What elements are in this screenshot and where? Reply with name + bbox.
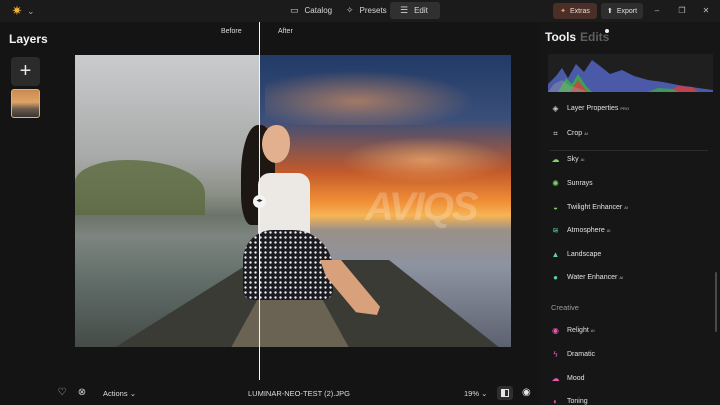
tool-label: Relight [567, 326, 589, 334]
export-icon: ⬆ [606, 8, 613, 15]
compare-split-handle[interactable]: ◂▸ [253, 195, 266, 208]
tool-badge: AI [584, 130, 588, 136]
person-skirt [243, 230, 333, 300]
tab-edit[interactable]: ☰ Edit [390, 2, 440, 19]
tool-badge: PRO [620, 105, 630, 111]
tab-edit-label: Edit [414, 6, 428, 15]
bottom-bar: ♡ ⊗ Actions ⌄ LUMINAR-NEO-TEST (2).JPG 1… [52, 382, 540, 405]
filename: LUMINAR-NEO-TEST (2).JPG [248, 389, 350, 398]
export-label: Export [616, 7, 638, 15]
add-layer-button[interactable]: + [11, 57, 40, 86]
tool-label: Landscape [567, 250, 602, 258]
atmosphere-icon: ≋ [552, 225, 559, 235]
tools-panel: Tools Edits ◈ Layer Properties PRO ⌗ Cro… [540, 22, 720, 405]
mood-icon: ☁ [551, 373, 560, 383]
tool-label: Sunrays [567, 179, 593, 187]
minimize-icon[interactable]: – [650, 3, 664, 19]
tab-catalog[interactable]: ▭ Catalog [280, 2, 342, 19]
histogram [548, 54, 713, 92]
watermark: AVIQS [365, 185, 479, 229]
toning-icon: ◐ [553, 396, 558, 405]
heart-icon[interactable]: ♡ [56, 387, 68, 399]
tool-crop[interactable]: ⌗ Crop AI [551, 126, 588, 140]
tool-badge: AI [624, 204, 629, 210]
compare-icon [501, 389, 509, 397]
actions-menu[interactable]: Actions ⌄ [103, 389, 136, 398]
tab-presets-label: Presets [359, 6, 387, 15]
lightning-icon: ϟ [553, 349, 558, 359]
layer-thumbnail[interactable] [11, 89, 40, 118]
edits-indicator [605, 29, 609, 33]
zoom-level[interactable]: 19% ⌄ [464, 389, 487, 398]
tool-sky[interactable]: ☁ Sky AI [551, 152, 585, 166]
sunset-cloud [265, 65, 495, 125]
trees [75, 160, 205, 215]
extras-label: Extras [570, 7, 590, 15]
tool-atmosphere[interactable]: ≋ Atmosphere AI [551, 223, 611, 237]
tool-label: Toning [567, 397, 588, 405]
eye-icon[interactable]: ◉ [522, 387, 531, 398]
water-drop-icon: ● [553, 272, 558, 282]
tool-badge: AI [606, 227, 611, 233]
cloud-icon: ☁ [551, 154, 560, 164]
tool-label: Water Enhancer [567, 273, 618, 281]
tool-label: Mood [567, 374, 585, 382]
tool-badge: AI [619, 274, 624, 280]
after-label: After [278, 28, 293, 35]
top-bar: ✷ ⌄ ▭ Catalog ✧ Presets ☰ Edit ✦ Extras … [0, 0, 720, 22]
sunset-glow [335, 135, 511, 185]
tool-label: Crop [567, 129, 583, 137]
landscape-icon: ▲ [551, 249, 560, 259]
sun-logo-icon[interactable]: ✷ [10, 4, 24, 18]
actions-label: Actions [103, 389, 128, 398]
layers-panel: Layers + [0, 22, 52, 405]
sun-icon: ✺ [552, 178, 559, 188]
tool-label: Twilight Enhancer [567, 203, 623, 211]
tab-catalog-label: Catalog [304, 6, 333, 15]
tool-landscape[interactable]: ▲ Landscape [551, 247, 602, 261]
tools-scrollbar[interactable] [715, 272, 717, 332]
sliders-icon: ☰ [400, 5, 409, 15]
tool-toning[interactable]: ◐ Toning [551, 394, 588, 405]
extras-button[interactable]: ✦ Extras [553, 3, 597, 19]
tool-label: Layer Properties [567, 104, 619, 112]
relight-icon: ◉ [552, 325, 559, 335]
before-label: Before [221, 28, 242, 35]
divider [550, 150, 708, 151]
photo-canvas[interactable]: AVIQS [75, 55, 511, 347]
layers-icon: ◈ [552, 103, 559, 113]
tab-presets[interactable]: ✧ Presets [336, 2, 397, 19]
tool-twilight-enhancer[interactable]: ◒ Twilight Enhancer AI [551, 200, 628, 214]
tool-water-enhancer[interactable]: ● Water Enhancer AI [551, 270, 623, 284]
person-face [262, 125, 290, 163]
chevron-down-icon: ⌄ [129, 389, 136, 398]
folder-icon: ▭ [290, 5, 299, 15]
reject-icon[interactable]: ⊗ [76, 387, 88, 399]
histogram-graph [548, 60, 713, 92]
tab-tools[interactable]: Tools [545, 30, 576, 44]
tool-badge: AI [580, 156, 585, 162]
export-button[interactable]: ⬆ Export [601, 3, 643, 19]
sparkle-icon: ✧ [346, 5, 354, 15]
extras-icon: ✦ [560, 8, 567, 15]
tool-label: Sky [567, 155, 579, 163]
chevron-down-icon: ⌄ [481, 389, 488, 398]
tool-mood[interactable]: ☁ Mood [551, 371, 585, 385]
zoom-value: 19% [464, 389, 480, 398]
tool-dramatic[interactable]: ϟ Dramatic [551, 347, 595, 361]
close-icon[interactable]: ✕ [699, 3, 713, 19]
chevron-down-icon[interactable]: ⌄ [27, 4, 35, 18]
tool-layer-properties[interactable]: ◈ Layer Properties PRO [551, 101, 629, 115]
tool-relight[interactable]: ◉ Relight AI [551, 323, 595, 337]
creative-section-label: Creative [551, 303, 579, 312]
tool-label: Atmosphere [567, 226, 605, 234]
layers-title: Layers [9, 32, 48, 46]
restore-icon[interactable]: ❐ [675, 3, 689, 19]
compare-view-button[interactable] [497, 386, 513, 400]
tool-badge: AI [590, 327, 595, 333]
tool-label: Dramatic [567, 350, 596, 358]
twilight-icon: ◒ [553, 202, 558, 212]
crop-icon: ⌗ [553, 128, 558, 138]
tool-sunrays[interactable]: ✺ Sunrays [551, 176, 593, 190]
